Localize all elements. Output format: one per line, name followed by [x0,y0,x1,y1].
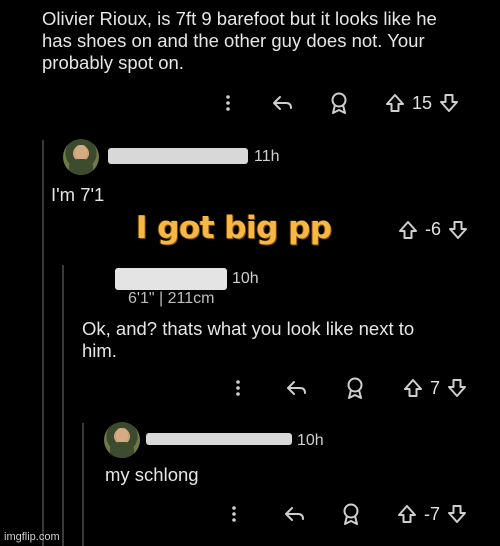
award-icon[interactable] [328,92,350,114]
thread-line [82,423,84,546]
avatar[interactable] [63,139,99,175]
comment-text: I'm 7'1 [51,184,105,205]
downvote-arrow-icon[interactable] [447,220,469,240]
more-vertical-icon[interactable] [230,380,246,396]
comment-actions: -6 [397,219,469,240]
reply-arrow-icon[interactable] [284,379,308,397]
upvote-arrow-icon[interactable] [384,93,406,113]
thread-line [62,265,64,546]
redacted-username [146,433,292,445]
more-vertical-icon[interactable] [226,506,242,522]
thread-line [42,140,44,546]
comment-text: Olivier Rioux, is 7ft 9 barefoot but it … [42,8,437,73]
downvote-arrow-icon[interactable] [446,504,468,524]
award-icon[interactable] [344,377,366,399]
timestamp: 10h [232,270,259,287]
avatar[interactable] [104,422,140,458]
reply-arrow-icon[interactable] [282,505,306,523]
comment-actions: -7 [226,503,468,525]
redacted-username [115,268,227,290]
vote-count: -7 [424,503,441,524]
upvote-arrow-icon[interactable] [397,220,419,240]
comment-text: my schlong [105,464,199,485]
vote-count: 15 [412,92,433,113]
comment-actions: 15 [220,92,460,114]
comment-text: Ok, and? thats what you look like next t… [82,318,415,361]
downvote-arrow-icon[interactable] [438,93,460,113]
user-flair: 6'1" | 211cm [128,290,215,307]
timestamp: 10h [297,432,324,449]
reply-arrow-icon[interactable] [270,94,294,112]
redacted-username [108,148,248,164]
upvote-arrow-icon[interactable] [402,378,424,398]
timestamp: 11h [254,148,280,165]
award-icon[interactable] [340,503,362,525]
vote-count: -6 [425,219,442,239]
vote-count: 7 [430,377,441,398]
more-vertical-icon[interactable] [220,95,236,111]
upvote-arrow-icon[interactable] [396,504,418,524]
downvote-arrow-icon[interactable] [446,378,468,398]
comment-actions: 7 [230,377,468,399]
meme-caption: I got big pp [136,210,332,246]
watermark: imgflip.com [4,531,60,543]
